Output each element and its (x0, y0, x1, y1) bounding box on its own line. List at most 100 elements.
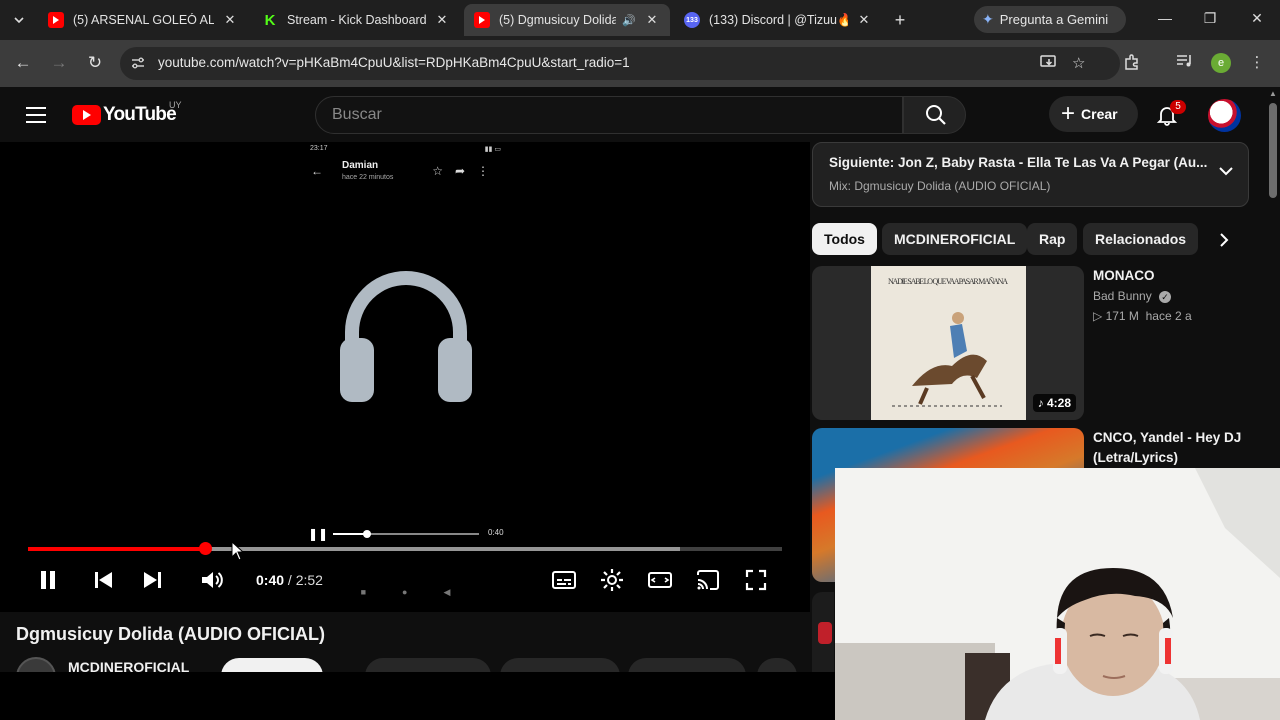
close-window-icon[interactable]: ✕ (1247, 10, 1267, 27)
youtube-icon (48, 12, 64, 28)
close-icon[interactable]: ✕ (644, 12, 660, 28)
bookmark-star-icon[interactable]: ☆ (1072, 54, 1085, 72)
theater-mode-icon[interactable] (647, 567, 673, 593)
search-button[interactable] (903, 96, 966, 134)
new-tab-button[interactable]: + (890, 9, 910, 31)
subtitles-icon[interactable] (551, 567, 577, 593)
up-next-title: Siguiente: Jon Z, Baby Rasta - Ella Te L… (829, 155, 1208, 170)
close-icon[interactable]: ✕ (434, 12, 450, 28)
browser-tab-1[interactable]: (5) ARSENAL GOLEÓ AL CI ✕ (38, 4, 248, 36)
browser-tab-2[interactable]: K Stream - Kick Dashboard ✕ (252, 4, 460, 36)
chevron-down-icon (14, 17, 24, 24)
inner-time: 0:40 (488, 528, 504, 537)
browser-tab-4[interactable]: 133 (133) Discord | @Tizuu🔥 ✕ (674, 4, 882, 36)
youtube-logo[interactable]: YouTube (72, 104, 177, 126)
next-icon[interactable] (139, 567, 165, 593)
extensions-icon[interactable] (1122, 53, 1142, 75)
previous-icon[interactable] (91, 567, 117, 593)
headphones-icon (340, 271, 472, 402)
recommendation-title[interactable]: MONACO (1093, 266, 1243, 286)
create-label: Crear (1081, 106, 1118, 122)
phone-nav-bar: ■●◀ (360, 587, 487, 597)
gemini-label: Pregunta a Gemini (999, 12, 1109, 27)
account-avatar[interactable] (1208, 99, 1241, 132)
tab-search-button[interactable] (6, 8, 32, 32)
volume-icon[interactable] (199, 567, 225, 593)
phone-status-time: 23:17 (310, 145, 328, 152)
site-info-icon[interactable] (130, 55, 146, 71)
video-player[interactable]: 23:17 ▮▮ ▭ ← Damian hace 22 minutos ☆➦⋮ … (0, 142, 810, 612)
browser-toolbar: ← → ↻ youtube.com/watch?v=pHKaBm4CpuU&li… (0, 40, 1280, 87)
forward-arrow-icon[interactable]: → (48, 52, 70, 74)
search-box (315, 96, 903, 134)
search-input[interactable] (332, 106, 872, 124)
webcam-person-image (835, 468, 1280, 720)
minimize-icon[interactable]: — (1155, 10, 1175, 26)
settings-gear-icon[interactable] (599, 567, 625, 593)
webcam-overlay (835, 468, 1280, 720)
time-display: 0:40 / 2:52 (256, 572, 323, 588)
chip-relacionados[interactable]: Relacionados (1083, 223, 1199, 255)
fullscreen-icon[interactable] (743, 567, 769, 593)
install-app-icon[interactable] (1040, 54, 1058, 74)
discord-icon: 133 (684, 12, 700, 28)
chevron-right-icon[interactable] (1214, 230, 1234, 250)
reload-icon[interactable]: ↻ (84, 52, 106, 74)
back-arrow-icon[interactable]: ← (12, 52, 34, 74)
chevron-down-icon[interactable] (1218, 163, 1234, 179)
video-content: 23:17 ▮▮ ▭ ← Damian hace 22 minutos ☆➦⋮ … (300, 142, 511, 607)
scrollbar-thumb[interactable] (1269, 103, 1277, 198)
mouse-cursor-icon (231, 541, 245, 561)
media-controls-icon[interactable] (1175, 53, 1195, 73)
inner-pause-icon: ❚❚ (308, 527, 329, 541)
more-menu-icon[interactable]: ⋮ (1247, 53, 1267, 71)
cast-icon[interactable] (695, 567, 721, 593)
youtube-wordmark: YouTube (103, 104, 177, 125)
progress-played (28, 547, 206, 551)
restore-icon[interactable]: ❐ (1200, 10, 1220, 27)
search-icon (926, 105, 946, 125)
kick-icon: K (264, 11, 276, 29)
tab-title: (5) ARSENAL GOLEÓ AL CI (73, 13, 214, 27)
plus-icon: + (1061, 100, 1076, 127)
inner-progress-track (333, 530, 479, 538)
thumbnail-red-badge (818, 622, 832, 644)
chip-mcdinerofficial[interactable]: MCDINEROFICIAL (882, 223, 1028, 255)
youtube-play-icon (72, 105, 101, 125)
youtube-icon (474, 12, 490, 28)
video-title: Dgmusicuy Dolida (AUDIO OFICIAL) (16, 624, 326, 644)
inner-progress-fill (333, 533, 367, 535)
phone-status-icons: ▮▮ ▭ (484, 146, 501, 153)
country-code: UY (169, 100, 182, 110)
up-next-panel[interactable]: Siguiente: Jon Z, Baby Rasta - Ella Te L… (812, 142, 1249, 207)
speaker-icon[interactable]: 🔊 (622, 14, 636, 27)
create-button[interactable]: + Crear (1049, 96, 1138, 132)
progress-bar[interactable] (28, 542, 782, 555)
close-icon[interactable]: ✕ (856, 12, 872, 28)
phone-contact-name: Damian (342, 160, 379, 171)
close-icon[interactable]: ✕ (222, 12, 238, 28)
video-thumbnail[interactable]: NADIE SABE LO QUE VA A PASAR MAÑANA ♪ 4:… (812, 266, 1084, 420)
phone-contact-sub: hace 22 minutos (342, 174, 394, 181)
progress-scrubber[interactable] (199, 542, 213, 555)
profile-avatar[interactable]: e (1211, 53, 1231, 73)
phone-action-icons: ☆➦⋮ (432, 164, 501, 178)
phone-back-icon: ← (311, 164, 323, 178)
browser-tab-bar: (5) ARSENAL GOLEÓ AL CI ✕ K Stream - Kic… (0, 0, 1280, 40)
recommendation-title[interactable]: CNCO, Yandel - Hey DJ (Letra/Lyrics) (1093, 428, 1243, 468)
pause-icon[interactable] (35, 567, 61, 593)
hamburger-menu-icon[interactable] (26, 107, 46, 123)
notification-badge: 5 (1170, 100, 1186, 114)
browser-tab-3-active[interactable]: (5) Dgmusicuy Dolida 🔊 ✕ (464, 4, 670, 36)
address-bar[interactable]: youtube.com/watch?v=pHKaBm4CpuU&list=RDp… (120, 47, 1120, 80)
chip-rap[interactable]: Rap (1027, 223, 1078, 255)
recommendation-meta: ▷ 171 M hace 2 a (1093, 309, 1192, 323)
recommendation-channel[interactable]: Bad Bunny ✓ (1093, 289, 1172, 303)
recommendation-item[interactable]: NADIE SABE LO QUE VA A PASAR MAÑANA ♪ 4:… (812, 266, 1262, 420)
scroll-up-icon[interactable]: ▲ (1269, 89, 1277, 98)
gemini-button[interactable]: ✦ Pregunta a Gemini (974, 6, 1126, 33)
current-time: 0:40 (256, 572, 285, 588)
gemini-sparkle-icon: ✦ (982, 11, 994, 27)
album-text: NADIE SABE LO QUE VA A PASAR MAÑANA (888, 276, 1008, 286)
chip-todos[interactable]: Todos (812, 223, 877, 255)
